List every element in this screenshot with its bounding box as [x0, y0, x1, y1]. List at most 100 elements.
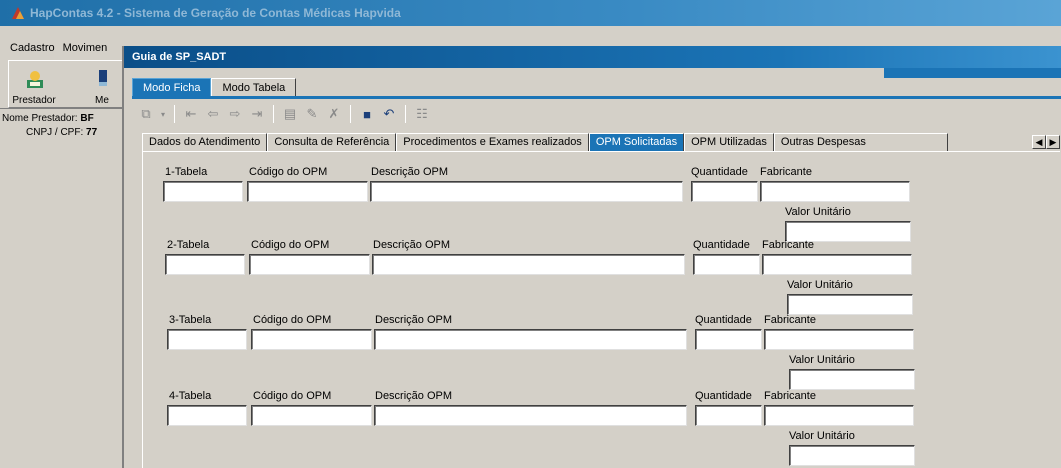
tabela-label-4: 4-Tabela	[169, 390, 212, 402]
me-button[interactable]: Me	[79, 63, 125, 107]
dropdown-icon[interactable]: ▾	[158, 104, 168, 124]
delete-record-icon[interactable]: ✗	[324, 104, 344, 124]
fabricante-label-4: Fabricante	[764, 390, 816, 402]
descricao-field-4[interactable]	[374, 405, 687, 426]
descricao-field-3[interactable]	[374, 329, 687, 350]
menu-cadastro[interactable]: Cadastro	[10, 42, 55, 60]
valor-unitario-label-1: Valor Unitário	[785, 206, 851, 218]
fabricante-field-2[interactable]	[762, 254, 912, 275]
guia-title-bar: Guia de SP_SADT	[124, 46, 1061, 68]
mode-strip	[132, 96, 1061, 99]
valor-unitario-label-4: Valor Unitário	[789, 430, 855, 442]
fabricante-label-2: Fabricante	[762, 239, 814, 251]
fabricante-field-1[interactable]	[760, 181, 910, 202]
tree-icon[interactable]: ☷	[412, 104, 432, 124]
quantidade-field-1[interactable]	[691, 181, 758, 202]
mode-tabs: Modo Ficha Modo Tabela	[132, 78, 297, 98]
tab-dados-atendimento[interactable]: Dados do Atendimento	[142, 133, 268, 151]
tab-scroll-left-icon[interactable]: ◀	[1032, 135, 1046, 149]
quantidade-label-2: Quantidade	[693, 239, 750, 251]
quantidade-field-4[interactable]	[695, 405, 762, 426]
separator	[405, 105, 406, 123]
opm-rows: 1-Tabela Código do OPM Descrição OPM Quanti…	[145, 152, 1059, 468]
prestador-label: Prestador	[12, 95, 56, 106]
tabela-label-1: 1-Tabela	[165, 166, 208, 178]
fabricante-label-3: Fabricante	[764, 314, 816, 326]
tabela-field-2[interactable]	[165, 254, 245, 275]
codigo-label-3: Código do OPM	[253, 314, 332, 326]
menu-bar: Cadastro Movimen	[0, 42, 107, 60]
edit-record-icon[interactable]: ✎	[302, 104, 322, 124]
valor-unitario-field-2[interactable]	[787, 294, 913, 315]
cnpj-value: 77	[86, 127, 98, 138]
filter-icon[interactable]: ⧉	[136, 104, 156, 124]
valor-unitario-label-2: Valor Unitário	[787, 279, 853, 291]
descricao-label-3: Descrição OPM	[375, 314, 453, 326]
codigo-field-1[interactable]	[247, 181, 368, 202]
app-title: HapContas 4.2 - Sistema de Geração de Co…	[30, 6, 401, 20]
opm-solicitadas-panel: 1-Tabela Código do OPM Descrição OPM Quanti…	[142, 151, 1060, 468]
tab-modo-tabela[interactable]: Modo Tabela	[211, 78, 297, 98]
valor-unitario-field-4[interactable]	[789, 445, 915, 466]
nome-prestador-value: BF	[80, 113, 94, 124]
tab-modo-ficha[interactable]: Modo Ficha	[132, 78, 212, 98]
undo-icon[interactable]: ↶	[379, 104, 399, 124]
app-title-bar: HapContas 4.2 - Sistema de Geração de Co…	[0, 0, 1061, 26]
codigo-label-2: Código do OPM	[251, 239, 330, 251]
me-label: Me	[95, 95, 109, 106]
tabela-label-3: 3-Tabela	[169, 314, 212, 326]
tabela-field-4[interactable]	[167, 405, 247, 426]
guia-tabs: Dados do Atendimento Consulta de Referên…	[142, 133, 948, 151]
nome-prestador-label: Nome Prestador:	[2, 113, 78, 124]
valor-unitario-label-3: Valor Unitário	[789, 354, 855, 366]
divider	[0, 108, 122, 109]
tabela-field-1[interactable]	[163, 181, 243, 202]
fabricante-label-1: Fabricante	[760, 166, 812, 178]
separator	[273, 105, 274, 123]
quantidade-field-2[interactable]	[693, 254, 760, 275]
guia-window: Guia de SP_SADT Modo Ficha Modo Tabela ⧉…	[122, 46, 1061, 468]
valor-unitario-field-3[interactable]	[789, 369, 915, 390]
descricao-field-2[interactable]	[372, 254, 685, 275]
hapvida-icon	[12, 7, 24, 19]
main-toolbar: Prestador Me	[8, 60, 126, 108]
tab-scroll: ◀ ▶	[1032, 135, 1060, 149]
codigo-field-4[interactable]	[251, 405, 372, 426]
record-toolbar: ⧉ ▾ ⇤ ⇦ ⇨ ⇥ ▤ ✎ ✗ ■ ↶ ☷	[136, 102, 432, 126]
prestador-icon	[27, 71, 43, 88]
quantidade-label-1: Quantidade	[691, 166, 748, 178]
separator	[174, 105, 175, 123]
fabricante-field-3[interactable]	[764, 329, 914, 350]
prestador-button[interactable]: Prestador	[11, 63, 57, 107]
descricao-field-1[interactable]	[370, 181, 683, 202]
insert-record-icon[interactable]: ▤	[280, 104, 300, 124]
fabricante-field-4[interactable]	[764, 405, 914, 426]
descricao-label-2: Descrição OPM	[373, 239, 451, 251]
title-bar-extension	[884, 68, 1061, 78]
tab-consulta-referencia[interactable]: Consulta de Referência	[267, 133, 397, 151]
codigo-field-3[interactable]	[251, 329, 372, 350]
descricao-label-4: Descrição OPM	[375, 390, 453, 402]
tab-scroll-right-icon[interactable]: ▶	[1046, 135, 1060, 149]
quantidade-label-4: Quantidade	[695, 390, 752, 402]
tab-procedimentos[interactable]: Procedimentos e Exames realizados	[396, 133, 589, 151]
codigo-label-1: Código do OPM	[249, 166, 328, 178]
next-record-icon[interactable]: ⇨	[225, 104, 245, 124]
menu-movimento[interactable]: Movimen	[63, 42, 108, 60]
tabela-field-3[interactable]	[167, 329, 247, 350]
codigo-field-2[interactable]	[249, 254, 370, 275]
separator	[350, 105, 351, 123]
tab-opm-utilizadas[interactable]: OPM Utilizadas	[684, 133, 774, 151]
tab-opm-solicitadas[interactable]: OPM Solicitadas	[588, 133, 685, 151]
prev-record-icon[interactable]: ⇦	[203, 104, 223, 124]
last-record-icon[interactable]: ⇥	[247, 104, 267, 124]
first-record-icon[interactable]: ⇤	[181, 104, 201, 124]
tab-outras-despesas[interactable]: Outras Despesas	[773, 133, 948, 151]
quantidade-label-3: Quantidade	[695, 314, 752, 326]
descricao-label-1: Descrição OPM	[371, 166, 449, 178]
save-icon[interactable]: ■	[357, 104, 377, 124]
guia-title: Guia de SP_SADT	[132, 51, 227, 63]
menu-icon	[99, 70, 107, 86]
codigo-label-4: Código do OPM	[253, 390, 332, 402]
quantidade-field-3[interactable]	[695, 329, 762, 350]
